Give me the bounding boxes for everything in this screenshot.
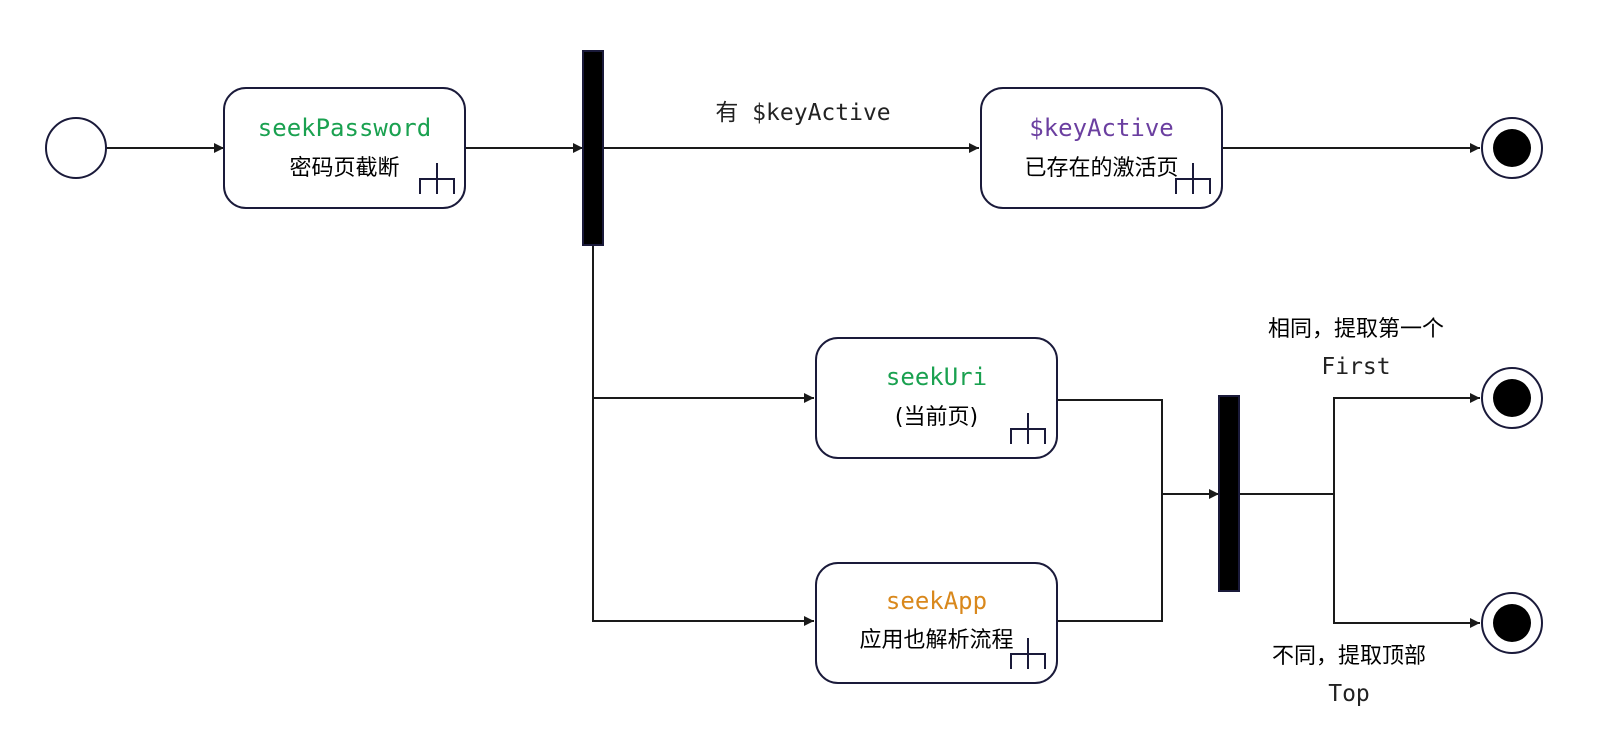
edge-label-same: 相同，提取第一个 bbox=[1268, 317, 1444, 342]
edge-join-to-final-first bbox=[1333, 393, 1480, 494]
seekuri-label: (当前页) bbox=[895, 405, 978, 430]
join-bar bbox=[1218, 395, 1240, 592]
seekpassword-code: seekPassword bbox=[258, 114, 431, 142]
activity-diagram: seekPassword 密码页截断 $keyActive 已存在的激活页 se… bbox=[45, 50, 1543, 707]
edge-label-has-keyactive: 有 $keyActive bbox=[715, 100, 890, 126]
edge-seekapp-to-join bbox=[1056, 494, 1163, 622]
edge-fork-to-seekuri bbox=[592, 245, 814, 403]
edge-join-to-final-top bbox=[1333, 494, 1480, 628]
action-seekuri: seekUri (当前页) bbox=[815, 337, 1058, 459]
action-seekpassword: seekPassword 密码页截断 bbox=[223, 87, 466, 209]
edge-label-first: First bbox=[1321, 354, 1390, 380]
edge-label-different: 不同，提取顶部 bbox=[1272, 644, 1426, 669]
fork-bar bbox=[582, 50, 604, 246]
keyactive-code: $keyActive bbox=[1029, 114, 1174, 142]
action-seekapp: seekApp 应用也解析流程 bbox=[815, 562, 1058, 684]
edge-label-top: Top bbox=[1328, 681, 1370, 707]
edge-fork-to-seekapp bbox=[592, 398, 814, 626]
seekapp-code: seekApp bbox=[886, 587, 987, 615]
edge-seekuri-to-join bbox=[1056, 399, 1163, 494]
seekapp-label: 应用也解析流程 bbox=[859, 628, 1013, 653]
seekpassword-label: 密码页截断 bbox=[289, 156, 399, 181]
final-node-first bbox=[1481, 367, 1543, 429]
action-keyactive: $keyActive 已存在的激活页 bbox=[980, 87, 1223, 209]
final-node-keyactive bbox=[1481, 117, 1543, 179]
initial-node bbox=[45, 117, 107, 179]
final-node-top bbox=[1481, 592, 1543, 654]
seekuri-code: seekUri bbox=[886, 363, 987, 391]
keyactive-label: 已存在的激活页 bbox=[1024, 156, 1178, 181]
